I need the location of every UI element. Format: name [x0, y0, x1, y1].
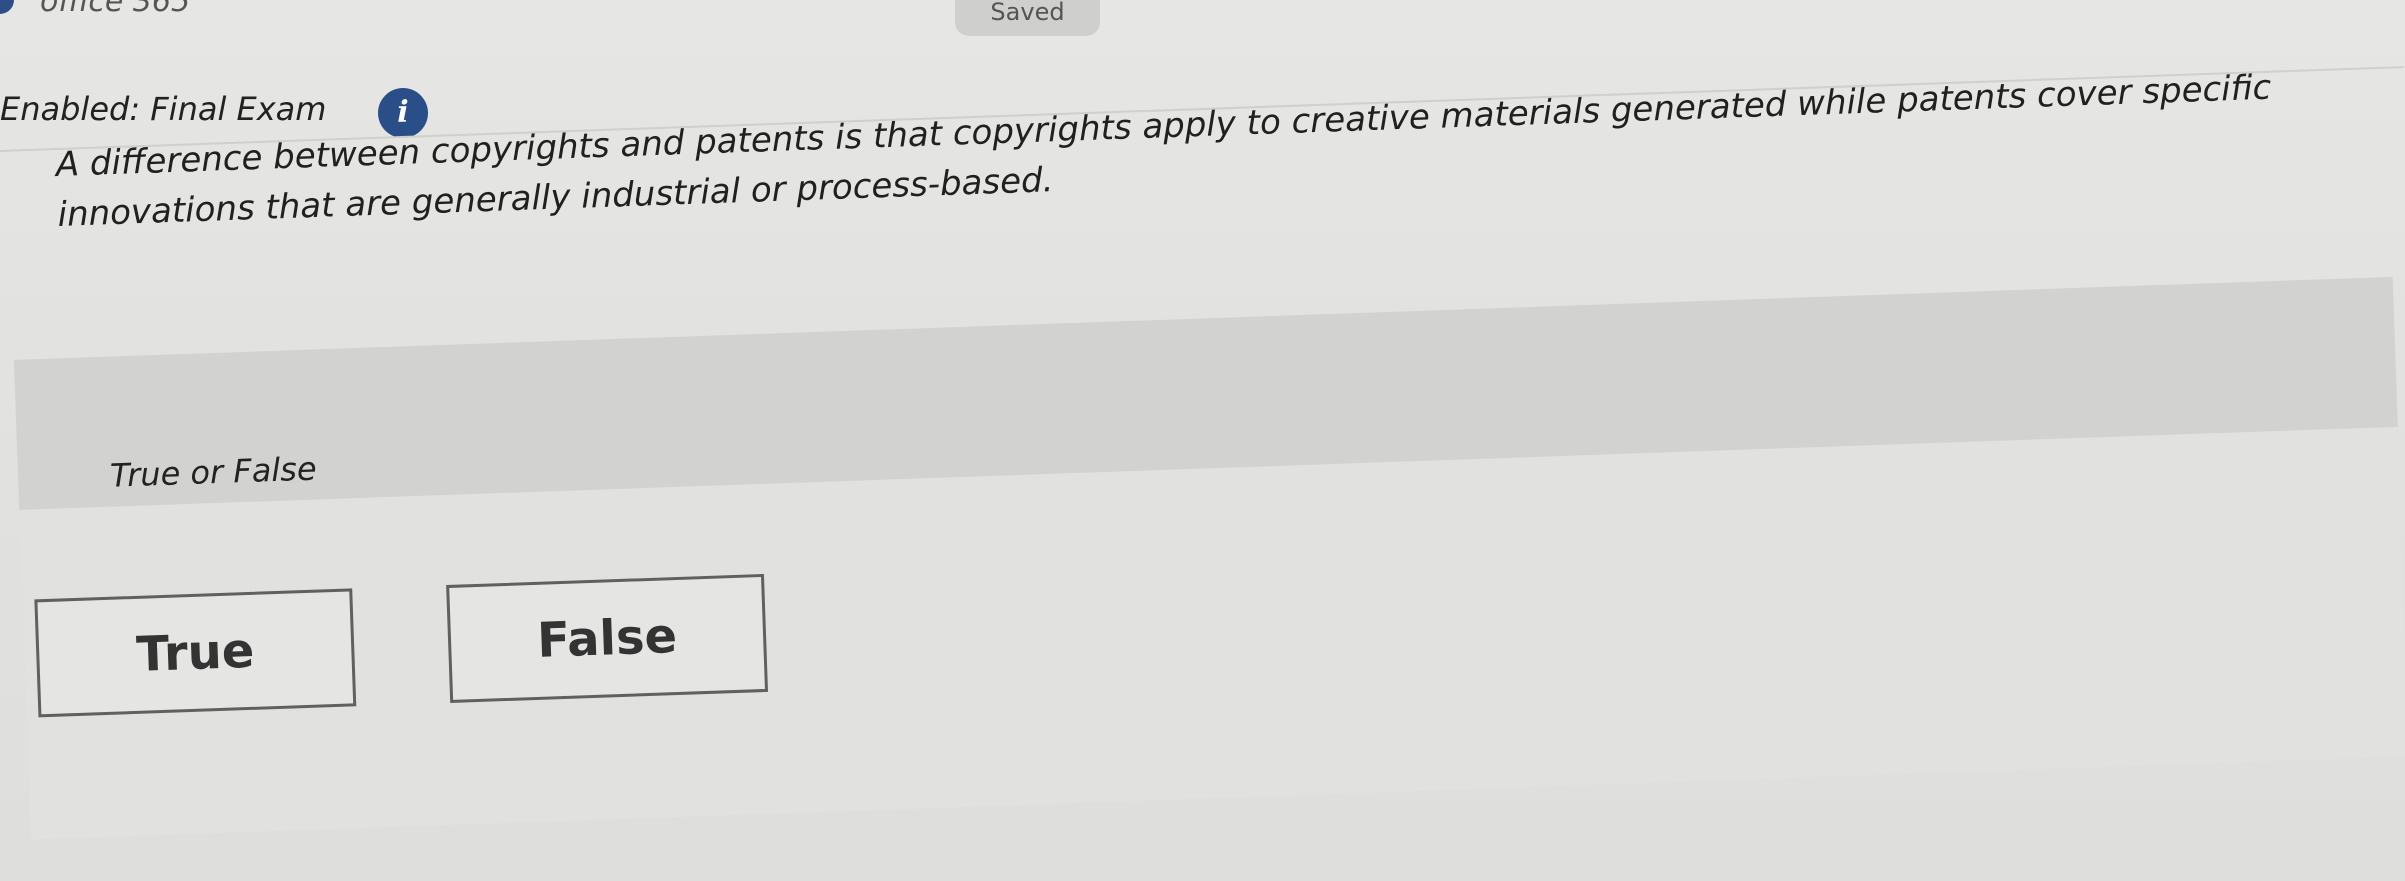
app-logo-icon [0, 0, 14, 14]
top-bar: office 365 Saved [0, 0, 2405, 40]
false-button[interactable]: False [446, 573, 769, 703]
page-title: Enabled: Final Exam [0, 90, 327, 128]
page: office 365 Saved Enabled: Final Exam i A… [0, 0, 2405, 881]
question-type-label: True or False [109, 449, 318, 495]
saved-status-label: Saved [990, 0, 1065, 26]
answer-panel: True or False True False [14, 276, 2405, 840]
app-name: office 365 [40, 0, 191, 19]
true-button[interactable]: True [34, 588, 357, 718]
saved-status-badge: Saved [955, 0, 1100, 36]
